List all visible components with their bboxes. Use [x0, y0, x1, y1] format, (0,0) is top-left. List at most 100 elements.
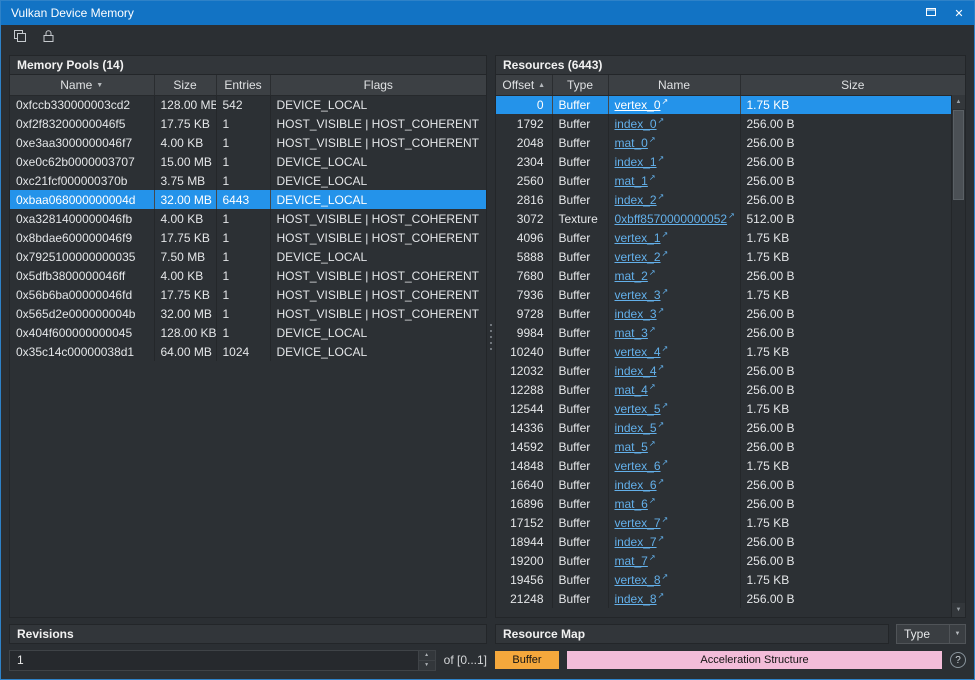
resource-link[interactable]: index_2↗: [615, 193, 665, 207]
resource-link[interactable]: vertex_8↗: [615, 573, 669, 587]
table-row[interactable]: 0xfccb330000003cd2128.00 MB542DEVICE_LOC…: [10, 95, 486, 114]
table-row[interactable]: 12032Bufferindex_4↗256.00 B: [496, 361, 965, 380]
copy-button[interactable]: [9, 28, 31, 48]
resource-link[interactable]: vertex_6↗: [615, 459, 669, 473]
spin-down-icon[interactable]: ▼: [419, 661, 435, 670]
table-row[interactable]: 0xc21fcf000000370b3.75 MB1DEVICE_LOCAL: [10, 171, 486, 190]
panel-splitter[interactable]: [487, 55, 495, 618]
resource-link[interactable]: index_0↗: [615, 117, 665, 131]
table-row[interactable]: 19200Buffermat_7↗256.00 B: [496, 551, 965, 570]
type-dropdown[interactable]: Type ▼: [896, 624, 966, 644]
table-row[interactable]: 0xbaa068000000004d32.00 MB6443DEVICE_LOC…: [10, 190, 486, 209]
cell-offset: 1792: [496, 114, 552, 133]
resource-link[interactable]: index_3↗: [615, 307, 665, 321]
table-row[interactable]: 2304Bufferindex_1↗256.00 B: [496, 152, 965, 171]
column-header-offset[interactable]: Offset▲: [496, 75, 552, 95]
scroll-up-icon[interactable]: ▲: [952, 95, 965, 109]
column-header-flags[interactable]: Flags: [270, 75, 486, 95]
table-row[interactable]: 12544Buffervertex_5↗1.75 KB: [496, 399, 965, 418]
table-row[interactable]: 3072Texture0xbff8570000000052↗512.00 B: [496, 209, 965, 228]
resource-link[interactable]: vertex_4↗: [615, 345, 669, 359]
resource-link[interactable]: index_1↗: [615, 155, 665, 169]
resource-link[interactable]: index_4↗: [615, 364, 665, 378]
table-row[interactable]: 0xa3281400000046fb4.00 KB1HOST_VISIBLE |…: [10, 209, 486, 228]
column-header-size[interactable]: Size: [740, 75, 965, 95]
table-row[interactable]: 0Buffervertex_0↗1.75 KB: [496, 95, 965, 114]
resource-link[interactable]: vertex_5↗: [615, 402, 669, 416]
close-button[interactable]: ✕: [950, 4, 968, 22]
table-row[interactable]: 0x35c14c00000038d164.00 MB1024DEVICE_LOC…: [10, 342, 486, 361]
resource-link[interactable]: mat_4↗: [615, 383, 656, 397]
table-row[interactable]: 12288Buffermat_4↗256.00 B: [496, 380, 965, 399]
resource-link[interactable]: mat_3↗: [615, 326, 656, 340]
resource-link[interactable]: mat_2↗: [615, 269, 656, 283]
table-row[interactable]: 1792Bufferindex_0↗256.00 B: [496, 114, 965, 133]
scrollbar-track[interactable]: [952, 109, 965, 603]
table-row[interactable]: 17152Buffervertex_7↗1.75 KB: [496, 513, 965, 532]
column-header-name[interactable]: Name: [608, 75, 740, 95]
table-row[interactable]: 21248Bufferindex_8↗256.00 B: [496, 589, 965, 608]
resource-link[interactable]: vertex_1↗: [615, 231, 669, 245]
table-row[interactable]: 19456Buffervertex_8↗1.75 KB: [496, 570, 965, 589]
table-row[interactable]: 2048Buffermat_0↗256.00 B: [496, 133, 965, 152]
revision-spinbox[interactable]: 1 ▲ ▼: [9, 650, 436, 671]
table-row[interactable]: 0x79251000000000357.50 MB1DEVICE_LOCAL: [10, 247, 486, 266]
external-link-icon: ↗: [649, 439, 656, 448]
resource-link[interactable]: mat_5↗: [615, 440, 656, 454]
resources-scrollbar[interactable]: ▲ ▼: [951, 95, 965, 617]
table-row[interactable]: 0x8bdae600000046f917.75 KB1HOST_VISIBLE …: [10, 228, 486, 247]
resource-link[interactable]: index_8↗: [615, 592, 665, 606]
resource-link[interactable]: mat_6↗: [615, 497, 656, 511]
table-row[interactable]: 0x56b6ba00000046fd17.75 KB1HOST_VISIBLE …: [10, 285, 486, 304]
table-row[interactable]: 4096Buffervertex_1↗1.75 KB: [496, 228, 965, 247]
column-header-entries[interactable]: Entries: [216, 75, 270, 95]
resource-link[interactable]: index_7↗: [615, 535, 665, 549]
column-header-name[interactable]: Name▼: [10, 75, 154, 95]
table-row[interactable]: 14848Buffervertex_6↗1.75 KB: [496, 456, 965, 475]
titlebar[interactable]: Vulkan Device Memory ✕: [1, 1, 974, 25]
table-row[interactable]: 18944Bufferindex_7↗256.00 B: [496, 532, 965, 551]
float-window-button[interactable]: [922, 4, 940, 22]
table-row[interactable]: 9984Buffermat_3↗256.00 B: [496, 323, 965, 342]
scrollbar-thumb[interactable]: [953, 110, 964, 200]
external-link-icon: ↗: [662, 97, 669, 106]
resource-link[interactable]: index_6↗: [615, 478, 665, 492]
cell-entries: 1: [216, 133, 270, 152]
resource-link[interactable]: vertex_3↗: [615, 288, 669, 302]
resource-link[interactable]: 0xbff8570000000052↗: [615, 212, 735, 226]
column-header-type[interactable]: Type: [552, 75, 608, 95]
resource-link[interactable]: vertex_2↗: [615, 250, 669, 264]
table-row[interactable]: 0xe3aa3000000046f74.00 KB1HOST_VISIBLE |…: [10, 133, 486, 152]
column-header-size[interactable]: Size: [154, 75, 216, 95]
table-row[interactable]: 16640Bufferindex_6↗256.00 B: [496, 475, 965, 494]
table-row[interactable]: 0xe0c62b000000370715.00 MB1DEVICE_LOCAL: [10, 152, 486, 171]
table-row[interactable]: 0x404f600000000045128.00 KB1DEVICE_LOCAL: [10, 323, 486, 342]
scroll-down-icon[interactable]: ▼: [952, 603, 965, 617]
resource-link[interactable]: vertex_7↗: [615, 516, 669, 530]
table-row[interactable]: 9728Bufferindex_3↗256.00 B: [496, 304, 965, 323]
table-row[interactable]: 16896Buffermat_6↗256.00 B: [496, 494, 965, 513]
cell-size: 256.00 B: [740, 304, 965, 323]
table-row[interactable]: 10240Buffervertex_4↗1.75 KB: [496, 342, 965, 361]
resource-link[interactable]: mat_7↗: [615, 554, 656, 568]
table-row[interactable]: 14592Buffermat_5↗256.00 B: [496, 437, 965, 456]
table-row[interactable]: 2816Bufferindex_2↗256.00 B: [496, 190, 965, 209]
table-row[interactable]: 0x565d2e000000004b32.00 MB1HOST_VISIBLE …: [10, 304, 486, 323]
resource-link[interactable]: mat_0↗: [615, 136, 656, 150]
table-row[interactable]: 2560Buffermat_1↗256.00 B: [496, 171, 965, 190]
table-row[interactable]: 0x5dfb3800000046ff4.00 KB1HOST_VISIBLE |…: [10, 266, 486, 285]
table-row[interactable]: 14336Bufferindex_5↗256.00 B: [496, 418, 965, 437]
table-row[interactable]: 0xf2f83200000046f517.75 KB1HOST_VISIBLE …: [10, 114, 486, 133]
table-row[interactable]: 7680Buffermat_2↗256.00 B: [496, 266, 965, 285]
table-row[interactable]: 5888Buffervertex_2↗1.75 KB: [496, 247, 965, 266]
help-icon[interactable]: ?: [950, 652, 966, 668]
resource-link[interactable]: index_5↗: [615, 421, 665, 435]
lock-button[interactable]: [37, 28, 59, 48]
cell-name: index_2↗: [608, 190, 740, 209]
table-row[interactable]: 7936Buffervertex_3↗1.75 KB: [496, 285, 965, 304]
resources-table-area: Offset▲TypeNameSize0Buffervertex_0↗1.75 …: [495, 75, 966, 618]
resource-link[interactable]: vertex_0↗: [615, 98, 669, 112]
spin-up-icon[interactable]: ▲: [419, 651, 435, 661]
cell-size: 17.75 KB: [154, 285, 216, 304]
resource-link[interactable]: mat_1↗: [615, 174, 656, 188]
